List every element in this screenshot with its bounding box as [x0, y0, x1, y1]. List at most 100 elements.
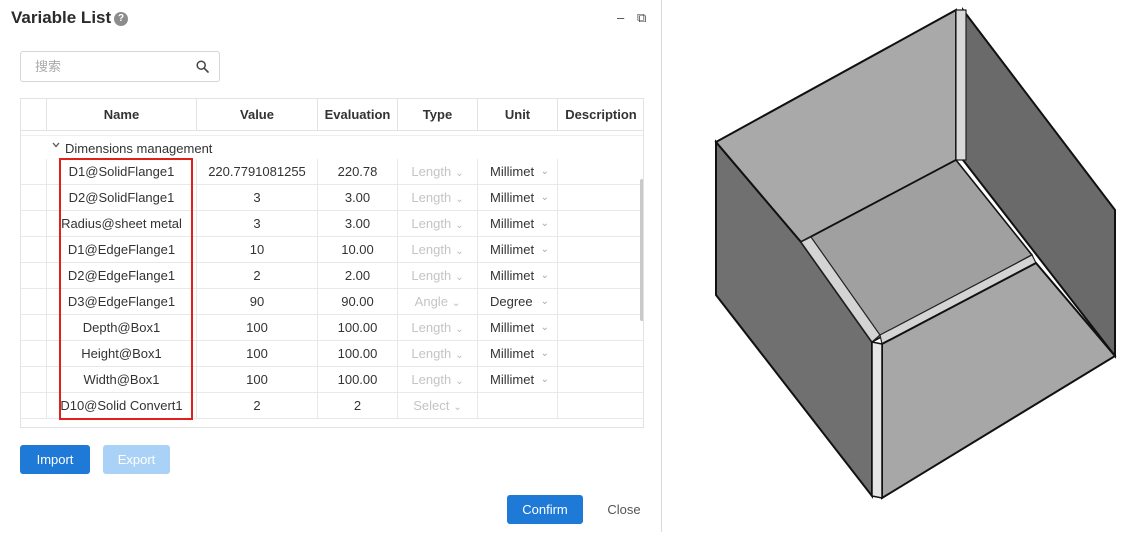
column-header-unit[interactable]: Unit	[478, 99, 558, 130]
unit-select[interactable]: Millimet ⌄	[478, 367, 558, 393]
group-dimensions-management[interactable]: Dimensions management	[21, 135, 643, 159]
chevron-down-icon[interactable]: ⌄	[541, 263, 549, 289]
column-header-name[interactable]: Name	[47, 99, 197, 130]
column-header-value[interactable]: Value	[197, 99, 318, 130]
chevron-down-icon[interactable]: ⌄	[455, 168, 463, 179]
type-select[interactable]: Angle ⌄	[398, 289, 478, 315]
type-value: Length	[411, 164, 452, 179]
unit-value: Millimet	[490, 372, 535, 387]
chevron-down-icon[interactable]: ⌄	[541, 315, 549, 341]
type-select[interactable]: Select ⌄	[398, 393, 478, 419]
chevron-down-icon[interactable]: ⌄	[455, 376, 463, 387]
row-select-cell[interactable]	[21, 211, 47, 237]
variable-evaluation: 100.00	[318, 341, 398, 367]
type-value: Angle	[414, 294, 448, 309]
help-icon[interactable]: ?	[114, 12, 128, 26]
chevron-down-icon[interactable]: ⌄	[452, 298, 460, 309]
variable-value[interactable]: 2	[197, 263, 318, 289]
type-value: Length	[411, 268, 452, 283]
variable-description[interactable]	[558, 289, 643, 315]
variable-description[interactable]	[558, 185, 643, 211]
chevron-down-icon[interactable]: ⌄	[541, 367, 549, 393]
sheet-metal-box-model	[700, 0, 1133, 532]
vertical-scrollbar[interactable]	[640, 179, 643, 321]
type-select[interactable]: Length ⌄	[398, 341, 478, 367]
chevron-down-icon[interactable]: ⌄	[541, 341, 549, 367]
type-select[interactable]: Length ⌄	[398, 185, 478, 211]
type-select[interactable]: Length ⌄	[398, 263, 478, 289]
variable-value[interactable]: 220.7791081255	[197, 159, 318, 185]
chevron-down-icon[interactable]: ⌄	[453, 402, 461, 413]
unit-select[interactable]: Millimet ⌄	[478, 159, 558, 185]
chevron-down-icon[interactable]: ⌄	[455, 246, 463, 257]
variable-value[interactable]: 3	[197, 185, 318, 211]
row-select-cell[interactable]	[21, 159, 47, 185]
chevron-down-icon[interactable]: ⌄	[455, 324, 463, 335]
search-input[interactable]	[35, 59, 185, 74]
unit-select[interactable]: Millimet ⌄	[478, 341, 558, 367]
variable-description[interactable]	[558, 211, 643, 237]
unit-select[interactable]: Millimet ⌄	[478, 211, 558, 237]
column-header-type[interactable]: Type	[398, 99, 478, 130]
variable-value[interactable]: 2	[197, 393, 318, 419]
chevron-down-icon[interactable]: ⌄	[541, 159, 549, 185]
variable-value[interactable]: 100	[197, 341, 318, 367]
unit-select[interactable]	[478, 393, 558, 419]
unit-select[interactable]: Millimet ⌄	[478, 263, 558, 289]
chevron-down-icon[interactable]: ⌄	[541, 211, 549, 237]
row-select-cell[interactable]	[21, 237, 47, 263]
type-select[interactable]: Length ⌄	[398, 159, 478, 185]
variable-description[interactable]	[558, 237, 643, 263]
row-select-cell[interactable]	[21, 263, 47, 289]
variable-description[interactable]	[558, 315, 643, 341]
chevron-down-icon[interactable]: ⌄	[541, 185, 549, 211]
unit-select[interactable]: Degree ⌄	[478, 289, 558, 315]
variable-description[interactable]	[558, 341, 643, 367]
unit-select[interactable]: Millimet ⌄	[478, 185, 558, 211]
variable-description[interactable]	[558, 367, 643, 393]
variable-value[interactable]: 3	[197, 211, 318, 237]
row-select-cell[interactable]	[21, 315, 47, 341]
unit-select[interactable]: Millimet ⌄	[478, 237, 558, 263]
variable-description[interactable]	[558, 263, 643, 289]
import-button[interactable]: Import	[20, 445, 90, 474]
type-select[interactable]: Length ⌄	[398, 237, 478, 263]
variable-value[interactable]: 90	[197, 289, 318, 315]
variable-evaluation: 100.00	[318, 315, 398, 341]
export-button[interactable]: Export	[103, 445, 170, 474]
chevron-down-icon[interactable]: ⌄	[541, 237, 549, 263]
variable-value[interactable]: 100	[197, 367, 318, 393]
restore-icon[interactable]: ⧉	[637, 10, 646, 26]
row-select-cell[interactable]	[21, 289, 47, 315]
close-button[interactable]: Close	[598, 495, 650, 524]
variable-evaluation: 2	[318, 393, 398, 419]
unit-select[interactable]: Millimet ⌄	[478, 315, 558, 341]
variable-value[interactable]: 10	[197, 237, 318, 263]
column-header-description[interactable]: Description	[558, 99, 643, 130]
row-select-cell[interactable]	[21, 341, 47, 367]
type-select[interactable]: Length ⌄	[398, 315, 478, 341]
type-value: Length	[411, 242, 452, 257]
chevron-down-icon[interactable]: ⌄	[541, 289, 549, 315]
unit-value: Millimet	[490, 242, 535, 257]
row-select-cell[interactable]	[21, 393, 47, 419]
select-column-header	[21, 99, 47, 130]
row-select-cell[interactable]	[21, 185, 47, 211]
type-select[interactable]: Length ⌄	[398, 211, 478, 237]
row-select-cell[interactable]	[21, 367, 47, 393]
type-value: Length	[411, 190, 452, 205]
chevron-down-icon[interactable]: ⌄	[455, 350, 463, 361]
chevron-down-icon[interactable]: ⌄	[455, 220, 463, 231]
minimize-icon[interactable]: –	[617, 10, 624, 25]
confirm-button[interactable]: Confirm	[507, 495, 583, 524]
type-select[interactable]: Length ⌄	[398, 367, 478, 393]
chevron-down-icon[interactable]	[51, 140, 61, 153]
search-icon[interactable]	[196, 60, 209, 78]
column-header-evaluation[interactable]: Evaluation	[318, 99, 398, 130]
chevron-down-icon[interactable]: ⌄	[455, 272, 463, 283]
chevron-down-icon[interactable]: ⌄	[455, 194, 463, 205]
variable-description[interactable]	[558, 393, 643, 419]
variable-description[interactable]	[558, 159, 643, 185]
variable-value[interactable]: 100	[197, 315, 318, 341]
variable-evaluation: 2.00	[318, 263, 398, 289]
